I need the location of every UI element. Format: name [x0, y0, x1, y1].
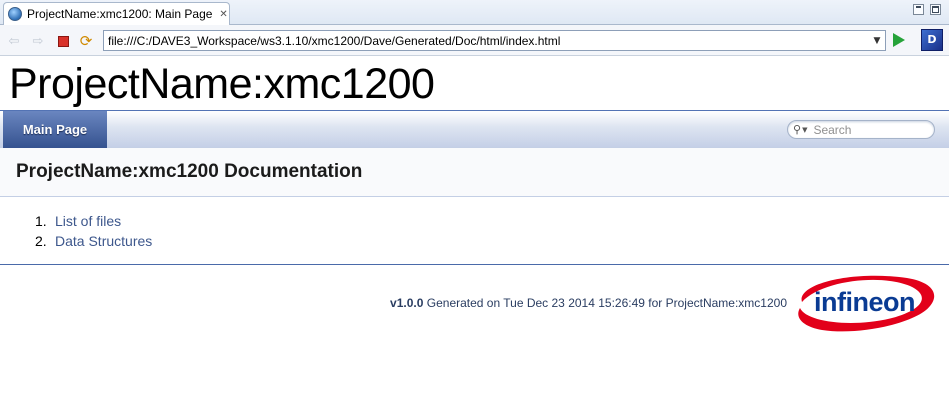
footer-version: v1.0.0 — [390, 296, 424, 310]
footer-generated: Generated on Tue Dec 23 2014 15:26:49 fo… — [426, 296, 787, 310]
url-bar[interactable]: file:///C:/DAVE3_Workspace/ws3.1.10/xmc1… — [103, 30, 886, 51]
globe-icon — [8, 7, 22, 21]
list-item: 2. Data Structures — [35, 232, 152, 252]
list-item: 1. List of files — [35, 212, 152, 232]
browser-toolbar: ⇦ ⇨ ⟳ file:///C:/DAVE3_Workspace/ws3.1.1… — [0, 25, 949, 56]
contents-list: 1. List of files 2. Data Structures — [35, 212, 152, 251]
search-icon[interactable]: ⚲ — [793, 123, 801, 136]
link-data-structures[interactable]: Data Structures — [55, 233, 152, 249]
go-play-icon[interactable] — [893, 33, 905, 47]
editor-tab-strip: ProjectName:xmc1200: Main Page ✕ — [0, 0, 949, 25]
infineon-logo: infineon — [798, 275, 935, 332]
nav-bar: Main Page ⚲ ▼ Search — [0, 111, 949, 148]
list-number: 2. — [35, 232, 47, 249]
window-controls — [913, 4, 941, 15]
tab-main-page[interactable]: Main Page — [3, 111, 107, 148]
search-options-icon[interactable]: ▼ — [802, 126, 807, 134]
logo-text: infineon — [814, 287, 915, 317]
page-header: ProjectName:xmc1200 Documentation — [0, 148, 949, 197]
refresh-icon[interactable]: ⟳ — [78, 33, 94, 49]
editor-tab-title: ProjectName:xmc1200: Main Page — [27, 7, 213, 21]
close-icon[interactable]: ✕ — [219, 9, 227, 20]
footer-divider — [0, 264, 949, 265]
search-input[interactable]: Search — [813, 123, 851, 137]
url-input[interactable]: file:///C:/DAVE3_Workspace/ws3.1.10/xmc1… — [104, 34, 869, 48]
back-arrow-icon[interactable]: ⇦ — [6, 33, 22, 49]
forward-arrow-icon[interactable]: ⇨ — [30, 33, 46, 49]
editor-tab[interactable]: ProjectName:xmc1200: Main Page ✕ — [3, 2, 230, 25]
minimize-icon[interactable] — [913, 4, 924, 15]
stop-icon[interactable] — [55, 33, 71, 49]
list-number: 1. — [35, 213, 47, 229]
footer-text: v1.0.0 Generated on Tue Dec 23 2014 15:2… — [390, 296, 787, 310]
link-list-of-files[interactable]: List of files — [55, 213, 121, 229]
page-title: ProjectName:xmc1200 Documentation — [16, 161, 363, 182]
search-box[interactable]: ⚲ ▼ Search — [787, 120, 935, 139]
maximize-icon[interactable] — [930, 4, 941, 15]
dave-logo-icon[interactable]: D — [921, 29, 943, 51]
chevron-down-icon[interactable]: ▼ — [869, 36, 885, 46]
project-title: ProjectName:xmc1200 — [9, 60, 435, 108]
